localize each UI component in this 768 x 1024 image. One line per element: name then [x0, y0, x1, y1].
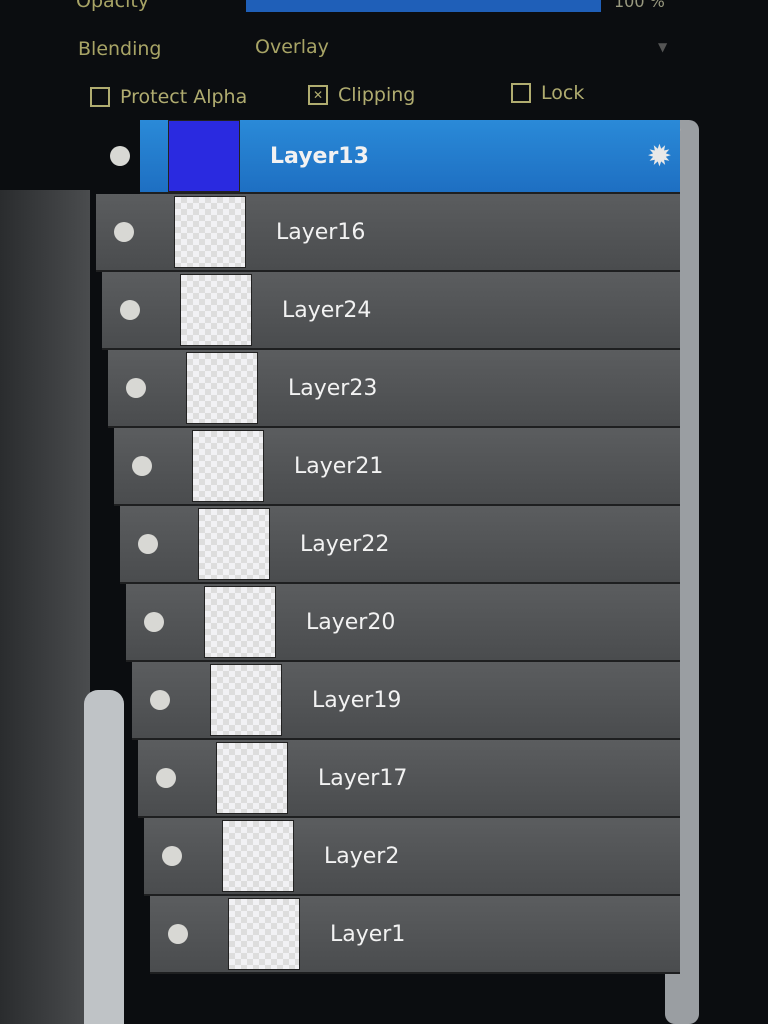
- visibility-icon[interactable]: [150, 690, 170, 710]
- layer-thumbnail: [180, 274, 252, 346]
- visibility-icon[interactable]: [162, 846, 182, 866]
- layer-row[interactable]: Layer21: [114, 428, 680, 506]
- clipping-checkbox[interactable]: ✕ Clipping: [308, 84, 415, 106]
- chevron-down-icon[interactable]: ▼: [658, 40, 667, 54]
- layer-row[interactable]: Layer13 ✹: [110, 120, 680, 194]
- layer-row[interactable]: Layer22: [120, 506, 680, 584]
- layer-row[interactable]: Layer20: [126, 584, 680, 662]
- layer-thumbnail: [192, 430, 264, 502]
- layer-name: Layer23: [288, 375, 378, 401]
- layer-name: Layer22: [300, 531, 390, 557]
- opacity-label: Opacity: [76, 0, 150, 12]
- layer-row[interactable]: Layer2: [144, 818, 680, 896]
- layer-row[interactable]: Layer24: [102, 272, 680, 350]
- layer-name: Layer16: [276, 219, 366, 245]
- layer-thumbnail: [186, 352, 258, 424]
- layer-name: Layer17: [318, 765, 408, 791]
- opacity-slider[interactable]: [246, 0, 601, 12]
- layer-row[interactable]: Layer19: [132, 662, 680, 740]
- visibility-icon[interactable]: [114, 222, 134, 242]
- gear-icon[interactable]: ✹: [647, 139, 672, 174]
- layer-row[interactable]: Layer23: [108, 350, 680, 428]
- visibility-icon[interactable]: [110, 146, 130, 166]
- visibility-icon[interactable]: [144, 612, 164, 632]
- visibility-icon[interactable]: [126, 378, 146, 398]
- visibility-icon[interactable]: [168, 924, 188, 944]
- blending-label: Blending: [78, 38, 162, 60]
- layer-thumbnail: [216, 742, 288, 814]
- checkbox-icon: [90, 87, 110, 107]
- lock-checkbox[interactable]: Lock: [511, 82, 584, 104]
- layer-row[interactable]: Layer16: [96, 194, 680, 272]
- checkbox-icon: [511, 83, 531, 103]
- visibility-icon[interactable]: [120, 300, 140, 320]
- layer-name: Layer24: [282, 297, 372, 323]
- side-panel: [0, 190, 90, 1024]
- opacity-value: 100 %: [614, 0, 665, 11]
- blending-select[interactable]: Overlay: [255, 36, 329, 58]
- visibility-icon[interactable]: [156, 768, 176, 788]
- layer-name: Layer19: [312, 687, 402, 713]
- protect-alpha-checkbox[interactable]: Protect Alpha: [90, 86, 247, 108]
- protect-alpha-label: Protect Alpha: [120, 86, 248, 108]
- visibility-icon[interactable]: [138, 534, 158, 554]
- layer-thumbnail: [210, 664, 282, 736]
- lock-label: Lock: [541, 82, 585, 104]
- layer-name: Layer20: [306, 609, 396, 635]
- checkbox-checked-icon: ✕: [308, 85, 328, 105]
- layer-thumbnail: [168, 120, 240, 192]
- layer-thumbnail: [198, 508, 270, 580]
- layer-row[interactable]: Layer17: [138, 740, 680, 818]
- layer-thumbnail: [228, 898, 300, 970]
- layer-thumbnail: [174, 196, 246, 268]
- layer-name: Layer13: [270, 143, 369, 169]
- layer-row[interactable]: Layer1: [150, 896, 680, 974]
- layer-list: Layer13 ✹ Layer16 Layer24 Layer23 Layer21 Laye…: [90, 120, 680, 974]
- layer-properties: Opacity 100 % Blending Overlay ▼ Protect…: [0, 0, 768, 120]
- layer-name: Layer1: [330, 921, 406, 947]
- layer-name: Layer2: [324, 843, 400, 869]
- layer-thumbnail: [204, 586, 276, 658]
- layer-name: Layer21: [294, 453, 384, 479]
- visibility-icon[interactable]: [132, 456, 152, 476]
- clipping-label: Clipping: [338, 84, 416, 106]
- layer-thumbnail: [222, 820, 294, 892]
